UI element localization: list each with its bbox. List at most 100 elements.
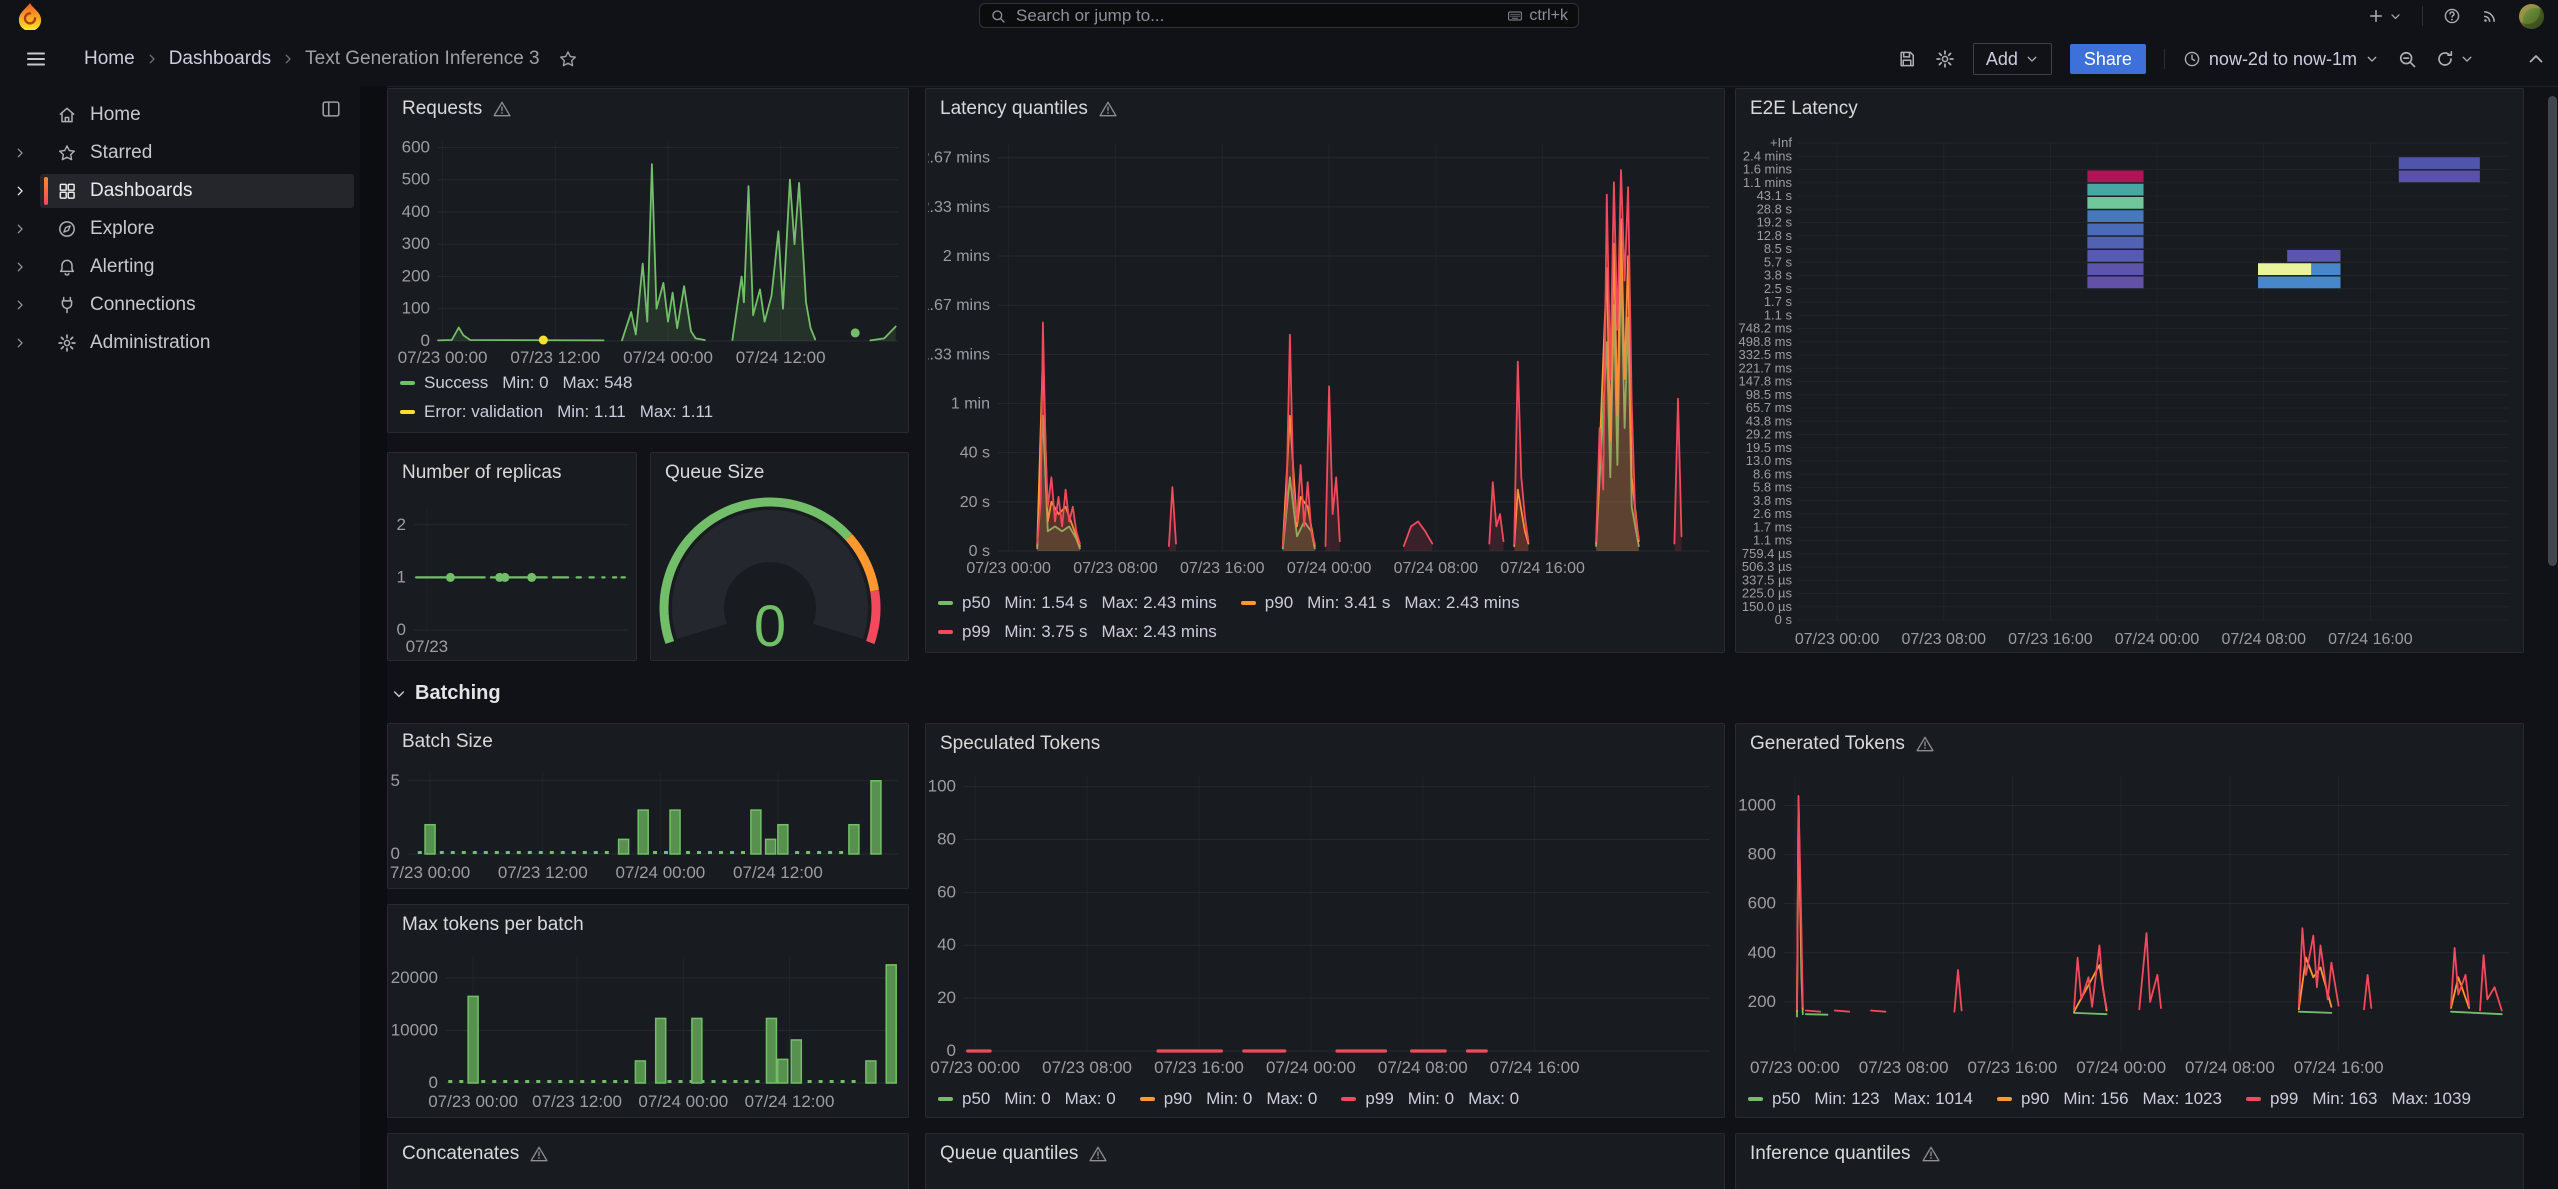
save-icon[interactable] [1897, 49, 1917, 69]
legend-item[interactable]: p90 Min: 3.41 s Max: 2.43 mins [1240, 593, 1520, 613]
legend-item[interactable]: p90 Min: 0 Max: 0 [1139, 1089, 1317, 1109]
sidebar-item-dashboards[interactable]: Dashboards [0, 172, 360, 210]
legend-min: Min: 0 [502, 373, 549, 392]
svg-text:07/23 08:00: 07/23 08:00 [1859, 1058, 1949, 1077]
sidebar-item-starred[interactable]: Starred [0, 134, 360, 172]
sidebar-item-alerting[interactable]: Alerting [0, 248, 360, 286]
warning-icon[interactable] [1098, 99, 1118, 119]
replicas-chart[interactable]: 07/230 1 2 [390, 495, 636, 660]
warning-icon[interactable] [1921, 1144, 1941, 1164]
chevron-right-icon[interactable] [13, 146, 27, 160]
legend-max: Max: 2.43 mins [1404, 593, 1520, 612]
legend-label: p90 [2020, 1089, 2050, 1108]
legend-item[interactable]: p50 Min: 123 Max: 1014 [1748, 1089, 1973, 1109]
sidebar-item-administration[interactable]: Administration [0, 324, 360, 362]
scrollbar[interactable] [2548, 96, 2557, 566]
queue-size-gauge[interactable]: 0 [653, 495, 908, 660]
legend-swatch [1996, 1097, 2012, 1101]
help-icon[interactable] [2443, 7, 2461, 25]
max-tokens-chart[interactable]: 07/23 00:00 07/23 12:00 07/24 00:00 07/24 1… [390, 945, 908, 1115]
search-icon [990, 8, 1006, 24]
svg-text:100: 100 [928, 777, 956, 796]
sidebar-item-explore[interactable]: Explore [0, 210, 360, 248]
panel-title: Number of replicas [402, 462, 562, 483]
new-menu-button[interactable] [2367, 7, 2402, 25]
user-avatar[interactable] [2519, 3, 2544, 29]
refresh-picker[interactable] [2435, 49, 2474, 69]
global-search[interactable]: ctrl+k [979, 3, 1579, 28]
panel-header[interactable]: Inference quantiles [1736, 1134, 2523, 1174]
legend-item[interactable]: p90 Min: 156 Max: 1023 [1996, 1089, 2222, 1109]
time-range-picker[interactable]: now-2d to now-1m [2183, 49, 2379, 70]
chevron-right-icon[interactable] [13, 260, 27, 274]
speculated-tokens-chart[interactable]: 07/23 00:00 07/23 08:00 07/23 16:00 07/24 0… [928, 766, 1724, 1081]
home-icon [57, 105, 77, 125]
warning-icon[interactable] [492, 99, 512, 119]
legend-max: Max: 1.11 [639, 402, 714, 421]
panel-title: Queue Size [665, 462, 765, 483]
menu-icon[interactable] [24, 47, 48, 71]
sidebar-item-home[interactable]: Home [0, 96, 360, 134]
favorite-star-icon[interactable] [558, 49, 578, 69]
breadcrumb-home[interactable]: Home [84, 48, 135, 70]
e2e-latency-heatmap[interactable]: 07/23 00:00 07/23 08:00 07/23 16:00 07/24 0… [1738, 129, 2523, 652]
legend-item[interactable]: p99 Min: 3.75 s Max: 2.43 mins [938, 622, 1217, 642]
svg-text:07/24 00:00: 07/24 00:00 [638, 1092, 728, 1111]
chevron-up-icon[interactable] [2526, 49, 2546, 69]
legend-item[interactable]: p50 Min: 1.54 s Max: 2.43 mins [938, 593, 1217, 613]
legend-item[interactable]: Success Min: 0 Max: 548 [400, 373, 900, 393]
sidebar-item-label: Administration [90, 332, 211, 353]
panel-header[interactable]: Max tokens per batch [388, 905, 908, 945]
panel-header[interactable]: Concatenates [388, 1134, 908, 1174]
legend-swatch [2245, 1097, 2261, 1101]
batch-size-chart[interactable]: 7/23 00:00 07/23 12:00 07/24 00:00 07/24 12… [390, 760, 908, 886]
legend-item[interactable]: p99 Min: 163 Max: 1039 [2245, 1089, 2471, 1109]
section-batching[interactable]: Batching [391, 682, 501, 705]
chevron-right-icon[interactable] [13, 184, 27, 198]
legend-label: p50 [962, 1089, 991, 1108]
panel-header[interactable]: Batch Size [388, 724, 908, 760]
panel-header[interactable]: Speculated Tokens [926, 724, 1724, 764]
chevron-right-icon[interactable] [13, 298, 27, 312]
warning-icon[interactable] [1088, 1144, 1108, 1164]
legend-item[interactable]: p50 Min: 0 Max: 0 [938, 1089, 1116, 1109]
toolbar-actions: Add Share now-2d to now-1m [1897, 32, 2546, 86]
latency-quantiles-chart[interactable]: 07/23 00:00 07/23 08:00 07/23 16:00 07/24 0… [928, 131, 1724, 581]
legend-label: Success [424, 373, 489, 392]
search-input[interactable] [1014, 4, 1500, 27]
add-button[interactable]: Add [1972, 43, 2052, 75]
requests-chart[interactable]: 07/23 00:00 07/23 12:00 07/24 00:00 07/24 1… [390, 131, 908, 371]
sidebar: Home Starred Dashboards Explore Alerting… [0, 86, 360, 1189]
panel-header[interactable]: E2E Latency [1736, 89, 2523, 129]
warning-icon[interactable] [1915, 734, 1935, 754]
zoom-out-icon[interactable] [2397, 49, 2417, 69]
dashboard-toolbar: Home Dashboards Text Generation Inferenc… [0, 32, 2558, 87]
settings-icon[interactable] [1935, 49, 1955, 69]
connections-icon [57, 295, 77, 315]
share-button[interactable]: Share [2069, 44, 2146, 74]
chevron-right-icon[interactable] [13, 222, 27, 236]
generated-tokens-chart[interactable]: 07/23 00:00 07/23 08:00 07/23 16:00 07/24 0… [1738, 766, 2523, 1081]
svg-text:07/24 12:00: 07/24 12:00 [733, 863, 823, 882]
svg-text:07/23 12:00: 07/23 12:00 [532, 1092, 622, 1111]
plus-icon [2367, 7, 2385, 25]
panel-header[interactable]: Generated Tokens [1736, 724, 2523, 764]
sidebar-item-label: Explore [90, 218, 155, 239]
panel-header[interactable]: Queue quantiles [926, 1134, 1724, 1174]
svg-text:07/23 12:00: 07/23 12:00 [510, 348, 600, 367]
breadcrumb-dashboards[interactable]: Dashboards [169, 48, 271, 70]
legend-min: Min: 0 [1206, 1089, 1253, 1108]
dashboards-icon [57, 181, 77, 201]
panel-header[interactable]: Requests [388, 89, 908, 129]
panel-header[interactable]: Queue Size [651, 453, 908, 493]
warning-icon[interactable] [529, 1144, 549, 1164]
chevron-right-icon[interactable] [13, 336, 27, 350]
grafana-logo[interactable] [16, 2, 44, 30]
news-icon[interactable] [2481, 7, 2499, 25]
sidebar-item-connections[interactable]: Connections [0, 286, 360, 324]
panel-header[interactable]: Latency quantiles [926, 89, 1724, 129]
panel-header[interactable]: Number of replicas [388, 453, 636, 493]
svg-text:60: 60 [937, 882, 956, 901]
legend-item[interactable]: Error: validation Min: 1.11 Max: 1.11 [400, 402, 900, 422]
legend-item[interactable]: p99 Min: 0 Max: 0 [1341, 1089, 1519, 1109]
